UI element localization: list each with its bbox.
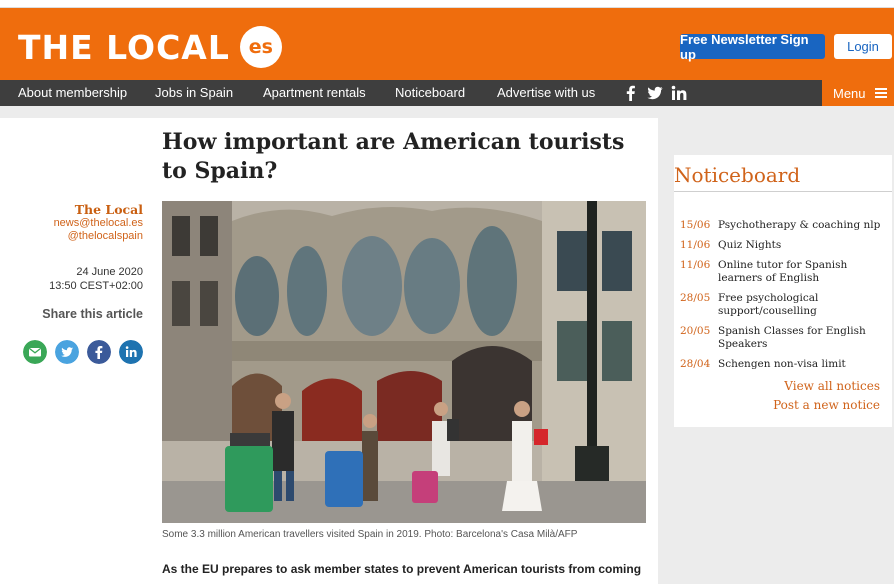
site-header: THE LOCAL es Free Newsletter Sign up Log… [0,8,894,80]
notice-title[interactable]: Quiz Nights [718,239,888,252]
article-date: 24 June 2020 [76,266,143,278]
nav-item-apartment-rentals[interactable]: Apartment rentals [263,80,366,106]
twitter-icon[interactable] [646,84,664,102]
notice-title[interactable]: Spanish Classes for English Speakers [718,325,888,351]
notice-item[interactable]: 20/05 Spanish Classes for English Speake… [680,325,890,351]
article-byline: The Local news@thelocal.es @thelocalspai… [0,202,143,243]
hamburger-icon [874,88,887,98]
noticeboard-title: Noticeboard [674,163,892,192]
linkedin-icon[interactable] [119,340,143,364]
logo-badge: es [239,26,282,68]
notice-title[interactable]: Free psychological support/couselling [718,292,888,318]
notice-date: 28/05 [680,292,711,304]
author-name[interactable]: The Local [0,202,143,217]
main-nav: About membership Jobs in Spain Apartment… [0,80,894,106]
browser-top-strip [0,0,894,8]
view-all-notices-link[interactable]: View all notices [674,379,880,393]
notice-item[interactable]: 15/06 Psychotherapy & coaching nlp [680,219,890,232]
twitter-icon[interactable] [55,340,79,364]
login-button[interactable]: Login [834,34,892,59]
author-handle[interactable]: @thelocalspain [0,230,143,243]
notice-item[interactable]: 11/06 Quiz Nights [680,239,890,252]
notice-date: 11/06 [680,239,711,251]
photo-caption: Some 3.3 million American travellers vis… [162,529,578,540]
notice-title[interactable]: Psychotherapy & coaching nlp [718,219,888,232]
noticeboard-list: 15/06 Psychotherapy & coaching nlp 11/06… [680,219,890,378]
linkedin-icon[interactable] [670,84,688,102]
article-photo [162,201,646,523]
article-dateline: 24 June 2020 13:50 CEST+02:00 [0,265,143,293]
nav-item-noticeboard[interactable]: Noticeboard [395,80,465,106]
notice-date: 20/05 [680,325,711,337]
menu-button[interactable]: Menu [822,80,894,106]
notice-date: 15/06 [680,219,711,231]
menu-label: Menu [833,85,866,101]
notice-item[interactable]: 28/05 Free psychological support/cousell… [680,292,890,318]
notice-date: 11/06 [680,259,711,271]
article-time: 13:50 CEST+02:00 [49,280,143,292]
nav-item-about-membership[interactable]: About membership [18,80,127,106]
notice-title[interactable]: Online tutor for Spanish learners of Eng… [718,259,888,285]
article-intro: As the EU prepares to ask member states … [162,562,642,576]
newsletter-signup-button[interactable]: Free Newsletter Sign up [680,32,825,62]
email-icon[interactable] [23,340,47,364]
notice-title[interactable]: Schengen non-visa limit [718,358,888,371]
logo-text: THE LOCAL [18,27,230,67]
post-new-notice-link[interactable]: Post a new notice [674,398,880,412]
notice-date: 28/04 [680,358,711,370]
notice-item[interactable]: 28/04 Schengen non-visa limit [680,358,890,371]
nav-item-jobs[interactable]: Jobs in Spain [155,80,233,106]
nav-social-links [622,84,694,102]
notice-item[interactable]: 11/06 Online tutor for Spanish learners … [680,259,890,285]
author-email[interactable]: news@thelocal.es [0,217,143,230]
facebook-icon[interactable] [87,340,111,364]
share-buttons [23,340,151,364]
facebook-icon[interactable] [622,84,640,102]
site-logo[interactable]: THE LOCAL es [18,26,282,68]
nav-item-advertise[interactable]: Advertise with us [497,80,595,106]
article-headline: How important are American tourists to S… [162,129,625,184]
share-label: Share this article [42,307,143,321]
